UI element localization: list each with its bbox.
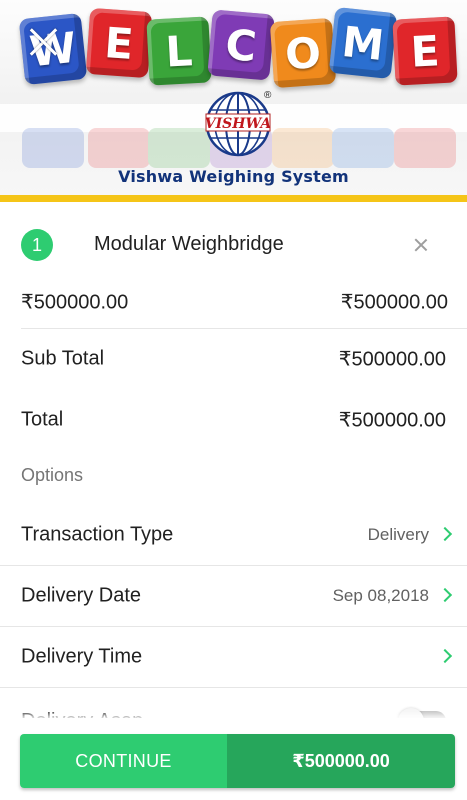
total-label: Total (21, 408, 64, 430)
transaction-type-value: Delivery (367, 524, 429, 544)
welcome-letter-block: E (392, 16, 458, 86)
cart-item-header: 1 Modular Weighbridge (0, 218, 467, 272)
delivery-time-label: Delivery Time (21, 645, 143, 667)
checkout-bar: CONTINUE ₹500000.00 (20, 734, 455, 788)
remove-item-icon[interactable] (412, 236, 430, 254)
close-icon[interactable] (28, 26, 60, 58)
total-row: Total ₹500000.00 (0, 389, 467, 450)
delivery-date-value: Sep 08,2018 (332, 585, 429, 605)
divider (0, 687, 467, 688)
total-value: ₹500000.00 (338, 409, 446, 431)
delivery-date-label: Delivery Date (21, 584, 142, 606)
chevron-right-icon (437, 587, 453, 602)
welcome-reflection-block (88, 128, 150, 168)
product-name: Modular Weighbridge (94, 233, 284, 255)
subtotal-label: Sub Total (21, 347, 105, 369)
welcome-letter-block: C (207, 9, 275, 81)
transaction-type-label: Transaction Type (21, 523, 174, 545)
welcome-blocks: WELCOME (18, 6, 462, 92)
accent-bar (0, 195, 467, 202)
welcome-reflection-block (148, 128, 210, 168)
welcome-reflection-block (394, 128, 456, 168)
welcome-reflection-block (22, 128, 84, 168)
welcome-letter-block: E (85, 7, 153, 79)
footer-total: ₹500000.00 (227, 734, 455, 788)
options-header: Options (21, 465, 84, 485)
option-transaction-type[interactable]: Transaction Type Delivery (0, 504, 467, 565)
welcome-reflection-block (332, 128, 394, 168)
logo-text: VISHWA (205, 116, 272, 132)
continue-button[interactable]: CONTINUE (20, 734, 227, 788)
chevron-right-icon (437, 648, 453, 663)
globe-logo-icon: VISHWA (205, 91, 272, 157)
unit-price: ₹500000.00 (21, 291, 129, 313)
chevron-right-icon (437, 526, 453, 541)
header-banner: WELCOME VISHWA ® Vishwa Weighing System (0, 0, 467, 203)
welcome-letter-block: L (146, 16, 212, 86)
line-total: ₹500000.00 (340, 291, 448, 313)
welcome-reflection-block (272, 128, 334, 168)
subtotal-value: ₹500000.00 (338, 348, 446, 370)
welcome-letter-block: M (328, 6, 398, 80)
registered-mark: ® (264, 90, 272, 101)
option-delivery-date[interactable]: Delivery Date Sep 08,2018 (0, 565, 467, 626)
option-delivery-time[interactable]: Delivery Time (0, 626, 467, 687)
quantity-badge: 1 (21, 229, 53, 261)
company-name: Vishwa Weighing System (118, 167, 349, 186)
welcome-letter-block: O (269, 17, 337, 89)
price-row: ₹500000.00 ₹500000.00 (0, 271, 467, 332)
subtotal-row: Sub Total ₹500000.00 (0, 328, 467, 389)
